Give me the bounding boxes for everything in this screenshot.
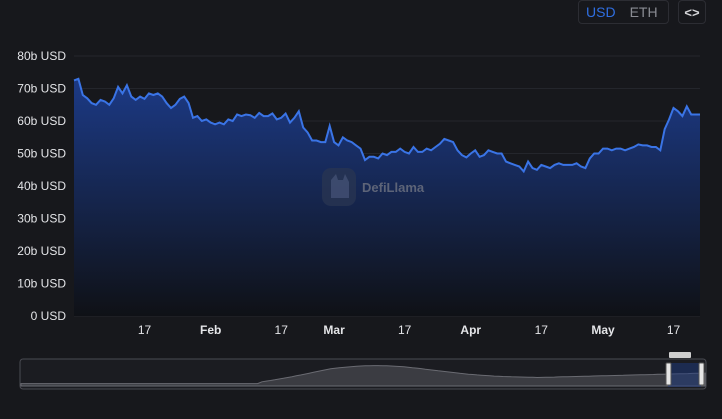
y-tick-label: 10b USD <box>17 277 66 291</box>
x-axis: 17 Feb 17 Mar 17 Apr 17 May 17 <box>138 323 681 337</box>
x-tick-label: Feb <box>200 323 221 337</box>
x-tick-label: Apr <box>460 323 481 337</box>
x-tick-label: 17 <box>275 323 289 337</box>
range-navigator[interactable] <box>19 352 707 390</box>
navigator-selection <box>668 363 701 387</box>
y-axis: 0 USD 10b USD 20b USD 30b USD 40b USD 50b USD… <box>17 49 66 323</box>
x-tick-label: 17 <box>398 323 412 337</box>
llama-logo-icon <box>322 168 356 206</box>
y-tick-label: 20b USD <box>17 244 66 258</box>
y-tick-label: 30b USD <box>17 212 66 226</box>
y-tick-label: 60b USD <box>17 114 66 128</box>
navigator-handle-left[interactable] <box>665 362 672 386</box>
y-tick-label: 70b USD <box>17 82 66 96</box>
watermark-text: DefiLlama <box>362 180 425 195</box>
y-tick-label: 0 USD <box>31 309 67 323</box>
x-tick-label: 17 <box>535 323 549 337</box>
y-tick-label: 40b USD <box>17 179 66 193</box>
tvl-chart: 0 USD 10b USD 20b USD 30b USD 40b USD 50b USD… <box>17 49 707 390</box>
tvl-area <box>74 78 700 316</box>
x-tick-label: May <box>591 323 615 337</box>
x-tick-label: 17 <box>138 323 152 337</box>
x-tick-label: Mar <box>323 323 345 337</box>
y-tick-label: 50b USD <box>17 147 66 161</box>
navigator-handle-right[interactable] <box>698 362 705 386</box>
y-tick-label: 80b USD <box>17 49 66 63</box>
x-tick-label: 17 <box>667 323 681 337</box>
navigator-drag-bar[interactable] <box>669 352 691 358</box>
